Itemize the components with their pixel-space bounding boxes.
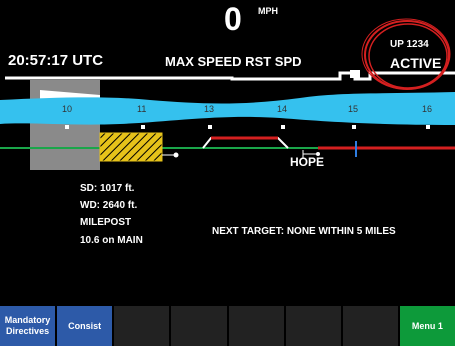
milepost-tick (426, 125, 430, 129)
softkey-blank-5[interactable] (228, 306, 284, 346)
train-status: ACTIVE (390, 55, 442, 71)
next-target: NEXT TARGET: NONE WITHIN 5 MILES (212, 226, 396, 237)
speed-value: 0 (224, 1, 242, 37)
milepost-label: 16 (422, 104, 433, 114)
menu-1-button[interactable]: Menu 1 (399, 306, 455, 346)
softkey-blank-7[interactable] (342, 306, 398, 346)
softkey-blank-3[interactable] (114, 306, 170, 346)
utc-clock: 20:57:17 UTC (8, 52, 104, 69)
train-head-marker (173, 152, 179, 158)
ptc-display: 10 11 13 14 15 16 0 MPH 20:57:17 UTC MAX… (0, 0, 455, 346)
track-diagram (0, 18, 455, 170)
warning-distance: WD: 2640 ft. (80, 200, 138, 211)
milepost-label: 13 (204, 104, 215, 114)
milepost-tick (281, 125, 285, 129)
milepost-tick (208, 125, 212, 129)
milepost-label: 14 (277, 104, 288, 114)
milepost-label: 11 (137, 104, 147, 114)
speed-mode-label: MAX SPEED RST SPD (165, 54, 302, 69)
speed-limit-step (350, 70, 360, 78)
softkey-blank-4[interactable] (171, 306, 227, 346)
milepost-value: 10.6 on MAIN (80, 235, 143, 246)
milepost-ticks (65, 125, 430, 129)
mandatory-directives-button[interactable]: Mandatory Directives (0, 306, 56, 346)
speed-unit: MPH (258, 6, 278, 16)
milepost-tick (352, 125, 356, 129)
softkey-blank-6[interactable] (285, 306, 341, 346)
stopping-distance: SD: 1017 ft. (80, 183, 135, 194)
speed-limit-line (5, 71, 455, 81)
milepost-tick (141, 125, 145, 129)
consist-button[interactable]: Consist (57, 306, 113, 346)
milepost-heading: MILEPOST (80, 217, 132, 228)
train-consist (99, 132, 163, 162)
softkey-bar: Mandatory Directives Consist Menu 1 (0, 306, 455, 346)
milepost-label: 15 (348, 104, 359, 114)
train-id: UP 1234 (390, 39, 429, 50)
station-label: HOPE (290, 155, 325, 169)
milepost-label: 10 (62, 104, 73, 114)
milepost-tick (65, 125, 69, 129)
